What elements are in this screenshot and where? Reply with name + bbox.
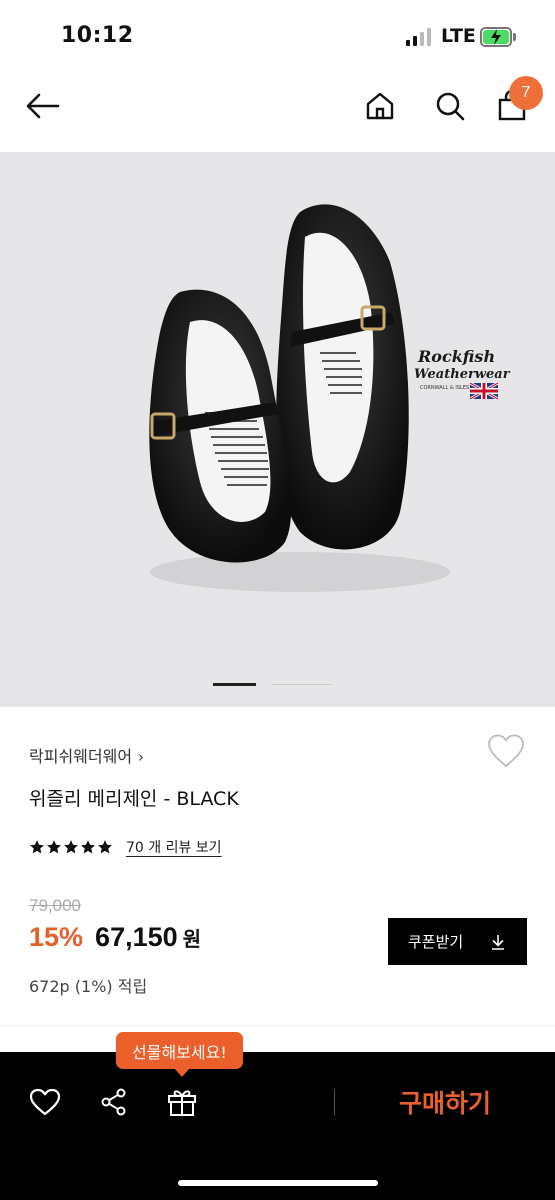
gift-icon bbox=[168, 1090, 196, 1116]
sale-price: 67,150 bbox=[95, 922, 178, 952]
shoes-illustration bbox=[149, 204, 450, 592]
back-arrow-icon bbox=[26, 93, 60, 119]
rating-row: 70 개 리뷰 보기 bbox=[29, 837, 222, 857]
product-title: 위즐리 메리제인 - BLACK bbox=[29, 788, 239, 810]
currency-label: 원 bbox=[182, 927, 202, 951]
star-icon bbox=[98, 840, 112, 854]
star-icon bbox=[30, 840, 44, 854]
brand-logo: Rockfish Weatherwear CORNWALL & ISLES OF… bbox=[414, 342, 524, 404]
star-icon bbox=[81, 840, 95, 854]
gift-button[interactable] bbox=[164, 1084, 200, 1120]
share-button[interactable] bbox=[96, 1084, 132, 1120]
buy-button[interactable]: 구매하기 bbox=[375, 1081, 515, 1123]
heart-outline-icon bbox=[488, 734, 524, 767]
search-icon bbox=[436, 92, 465, 121]
back-button[interactable] bbox=[22, 86, 62, 126]
wishlist-button[interactable] bbox=[486, 733, 526, 771]
status-time: 10:12 bbox=[61, 23, 134, 48]
brand-link[interactable]: 락피쉬웨더웨어 › bbox=[29, 743, 144, 767]
gift-tooltip-text: 선물해보세요! bbox=[132, 1042, 227, 1062]
review-link[interactable]: 70 개 리뷰 보기 bbox=[126, 837, 222, 857]
svg-text:Rockfish: Rockfish bbox=[417, 347, 495, 366]
gift-tooltip: 선물해보세요! bbox=[116, 1032, 243, 1077]
network-label: LTE bbox=[441, 25, 476, 47]
bottom-separator bbox=[334, 1089, 335, 1115]
status-bar: 10:12 LTE bbox=[0, 0, 555, 72]
reward-points: 672p (1%) 적립 bbox=[29, 977, 148, 996]
search-button[interactable] bbox=[430, 86, 470, 126]
signal-icon bbox=[406, 28, 434, 46]
home-icon bbox=[366, 92, 394, 120]
star-icon bbox=[64, 840, 78, 854]
share-icon bbox=[101, 1088, 126, 1116]
image-pager[interactable] bbox=[213, 683, 333, 687]
home-indicator bbox=[178, 1180, 378, 1186]
tooltip-arrow bbox=[174, 1068, 190, 1077]
union-jack-icon bbox=[469, 381, 499, 401]
download-icon bbox=[492, 934, 504, 950]
price-row: 15% 67,150 원 bbox=[29, 922, 201, 953]
cart-count-badge: 7 bbox=[509, 76, 543, 110]
product-image[interactable]: Rockfish Weatherwear CORNWALL & ISLES OF… bbox=[0, 152, 555, 707]
home-button[interactable] bbox=[360, 86, 400, 126]
svg-text:Weatherwear: Weatherwear bbox=[414, 367, 511, 382]
section-divider bbox=[0, 1025, 555, 1026]
star-icon bbox=[47, 840, 61, 854]
pager-active-indicator bbox=[213, 683, 256, 686]
rating-stars bbox=[29, 839, 113, 855]
coupon-button[interactable]: 쿠폰받기 bbox=[388, 918, 527, 965]
coupon-label: 쿠폰받기 bbox=[408, 933, 464, 951]
bottom-wishlist-button[interactable] bbox=[27, 1084, 63, 1120]
original-price: 79,000 bbox=[29, 896, 81, 915]
brand-name: 락피쉬웨더웨어 bbox=[29, 747, 133, 766]
bottom-action-bar: 구매하기 bbox=[0, 1052, 555, 1200]
battery-icon bbox=[480, 27, 516, 47]
pager-inactive-indicator bbox=[271, 684, 331, 685]
heart-icon bbox=[29, 1088, 61, 1116]
chevron-right-icon: › bbox=[138, 748, 145, 766]
discount-rate: 15% bbox=[29, 922, 84, 952]
top-nav bbox=[0, 72, 555, 152]
